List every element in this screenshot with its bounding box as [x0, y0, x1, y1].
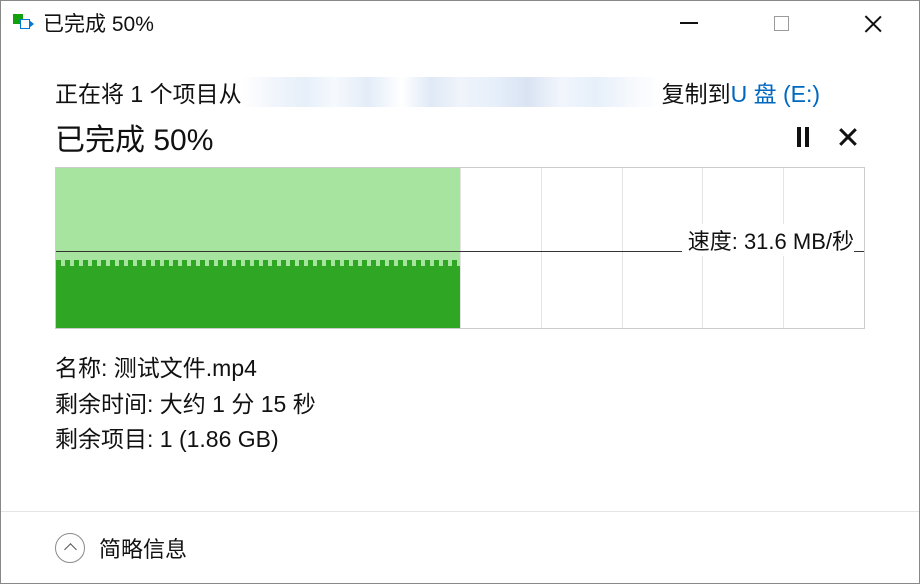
chart-jagged-edge: [56, 260, 460, 266]
file-copy-dialog: 已完成 50% 正在将 1 个项目从 复制到 U 盘 (E:) 已完成 50%: [0, 0, 920, 584]
pause-button[interactable]: [797, 127, 809, 147]
copy-app-icon: [13, 14, 33, 32]
toggle-details-label: 简略信息: [99, 532, 187, 564]
name-value: 测试文件.mp4: [114, 355, 257, 381]
destination-link[interactable]: U 盘 (E:): [731, 75, 820, 109]
detail-items: 剩余项目: 1 (1.86 GB): [55, 422, 865, 458]
titlebar: 已完成 50%: [1, 1, 919, 45]
progress-actions: [797, 127, 865, 147]
close-button[interactable]: [827, 1, 919, 45]
detail-name: 名称: 测试文件.mp4: [55, 351, 865, 387]
detail-time: 剩余时间: 大约 1 分 15 秒: [55, 387, 865, 423]
window-title: 已完成 50%: [43, 8, 643, 38]
redacted-source: [242, 77, 662, 107]
time-label: 剩余时间:: [55, 391, 153, 417]
progress-header: 已完成 50%: [55, 115, 865, 159]
dialog-content: 正在将 1 个项目从 复制到 U 盘 (E:) 已完成 50%: [1, 45, 919, 511]
time-value: 大约 1 分 15 秒: [160, 391, 316, 417]
minimize-button[interactable]: [643, 1, 735, 45]
chart-avg-fill: [56, 168, 460, 263]
footer: 简略信息: [1, 511, 919, 583]
speed-label: 速度: 31.6 MB/秒: [682, 224, 854, 256]
chart-current-fill: [56, 265, 460, 328]
maximize-button[interactable]: [735, 1, 827, 45]
items-value: 1 (1.86 GB): [160, 426, 279, 452]
speed-chart: 速度: 31.6 MB/秒: [55, 167, 865, 329]
close-icon: [863, 13, 883, 33]
name-label: 名称:: [55, 355, 107, 381]
cancel-button[interactable]: [839, 128, 857, 146]
progress-title: 已完成 50%: [55, 115, 213, 159]
copy-description: 正在将 1 个项目从 复制到 U 盘 (E:): [55, 75, 865, 109]
maximize-icon: [774, 16, 789, 31]
copy-middle-text: 复制到: [662, 75, 731, 109]
copy-source-prefix: 正在将 1 个项目从: [55, 75, 242, 109]
window-controls: [643, 1, 919, 45]
items-label: 剩余项目:: [55, 426, 153, 452]
minimize-icon: [680, 22, 698, 24]
toggle-details-button[interactable]: [55, 533, 85, 563]
chevron-up-icon: [64, 543, 77, 556]
